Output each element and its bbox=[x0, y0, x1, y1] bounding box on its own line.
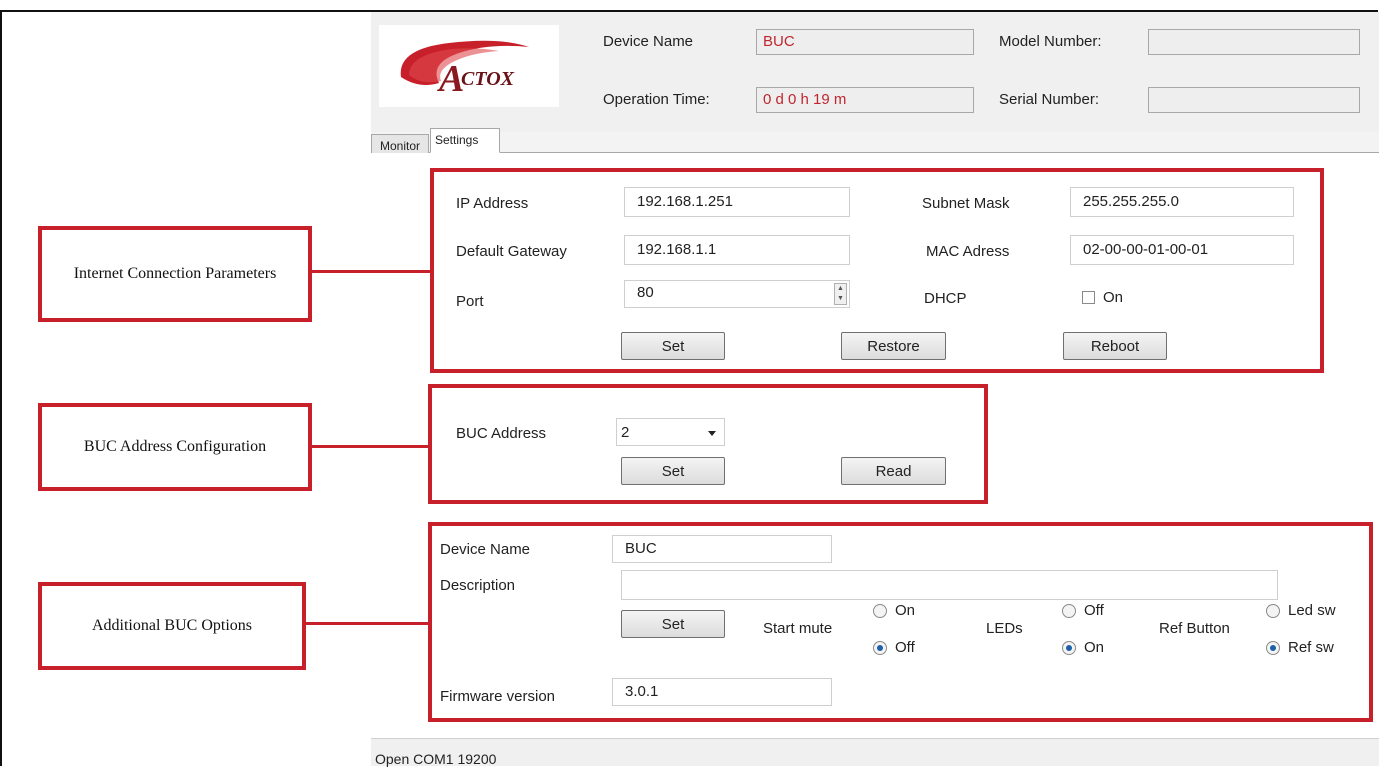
leds-off-label: Off bbox=[1084, 602, 1104, 619]
status-bar: Open COM1 19200 bbox=[371, 738, 1379, 767]
default-gateway-field[interactable]: 192.168.1.1 bbox=[624, 235, 850, 265]
serial-number-label: Serial Number: bbox=[999, 91, 1100, 108]
description-field[interactable] bbox=[621, 570, 1278, 600]
address-read-button[interactable]: Read bbox=[841, 457, 946, 485]
options-set-button[interactable]: Set bbox=[621, 610, 725, 638]
operation-time-label: Operation Time: bbox=[603, 91, 710, 108]
restore-button[interactable]: Restore bbox=[841, 332, 946, 360]
start-mute-on-label: On bbox=[895, 602, 916, 619]
device-name-display: BUC bbox=[756, 29, 974, 55]
buc-address-select[interactable]: 2 bbox=[616, 418, 725, 446]
ip-address-label: IP Address bbox=[456, 195, 529, 212]
tab-monitor[interactable]: Monitor bbox=[371, 134, 429, 153]
start-mute-off-radio[interactable] bbox=[873, 641, 887, 655]
address-set-button[interactable]: Set bbox=[621, 457, 725, 485]
firmware-version-label: Firmware version bbox=[440, 688, 556, 705]
buc-address-label: BUC Address bbox=[456, 425, 547, 442]
default-gateway-label: Default Gateway bbox=[456, 243, 567, 260]
device-name-label: Device Name bbox=[603, 33, 694, 50]
ref-ref-sw-label: Ref sw bbox=[1288, 639, 1334, 656]
ip-address-field[interactable]: 192.168.1.251 bbox=[624, 187, 850, 217]
options-device-name-label: Device Name bbox=[440, 541, 531, 558]
internet-connector bbox=[312, 270, 432, 273]
leds-off-radio[interactable] bbox=[1062, 604, 1076, 618]
description-label: Description bbox=[440, 577, 516, 594]
start-mute-on-radio[interactable] bbox=[873, 604, 887, 618]
buc-address-callout: BUC Address Configuration bbox=[38, 403, 312, 491]
port-value: 80 bbox=[637, 284, 654, 301]
buc-address-connector bbox=[312, 445, 430, 448]
serial-number-display bbox=[1148, 87, 1360, 113]
additional-options-box bbox=[428, 522, 1373, 722]
operation-time-display: 0 d 0 h 19 m bbox=[756, 87, 974, 113]
svg-text:A: A bbox=[437, 58, 464, 100]
ref-ref-sw-radio[interactable] bbox=[1266, 641, 1280, 655]
additional-options-callout: Additional BUC Options bbox=[38, 582, 306, 670]
leds-label: LEDs bbox=[986, 620, 1023, 637]
company-logo: CTOX A bbox=[379, 25, 559, 107]
ref-led-sw-radio[interactable] bbox=[1266, 604, 1280, 618]
port-spin-icon[interactable]: ▲ ▼ bbox=[834, 283, 847, 305]
reboot-button[interactable]: Reboot bbox=[1063, 332, 1167, 360]
model-number-display bbox=[1148, 29, 1360, 55]
subnet-mask-label: Subnet Mask bbox=[922, 195, 1010, 212]
port-stepper[interactable]: 80 ▲ ▼ bbox=[624, 280, 850, 308]
start-mute-label: Start mute bbox=[763, 620, 833, 637]
leds-on-radio[interactable] bbox=[1062, 641, 1076, 655]
ref-button-label: Ref Button bbox=[1159, 620, 1230, 637]
dhcp-label: DHCP bbox=[924, 290, 967, 307]
chevron-down-icon bbox=[708, 431, 716, 436]
options-device-name-field[interactable]: BUC bbox=[612, 535, 832, 563]
start-mute-off-label: Off bbox=[895, 639, 915, 656]
dhcp-checkbox[interactable] bbox=[1082, 291, 1095, 304]
dhcp-on-label: On bbox=[1103, 289, 1124, 306]
logo-icon: CTOX A bbox=[400, 40, 529, 100]
internet-callout: Internet Connection Parameters bbox=[38, 226, 312, 322]
subnet-mask-field[interactable]: 255.255.255.0 bbox=[1070, 187, 1294, 217]
model-number-label: Model Number: bbox=[999, 33, 1102, 50]
tab-settings[interactable]: Settings bbox=[430, 128, 500, 153]
additional-options-connector bbox=[306, 622, 430, 625]
buc-address-value: 2 bbox=[621, 424, 630, 441]
mac-address-label: MAC Adress bbox=[926, 243, 1010, 260]
network-set-button[interactable]: Set bbox=[621, 332, 725, 360]
leds-on-label: On bbox=[1084, 639, 1105, 656]
port-label: Port bbox=[456, 293, 484, 310]
svg-text:CTOX: CTOX bbox=[461, 68, 515, 90]
firmware-version-field: 3.0.1 bbox=[612, 678, 832, 706]
mac-address-field[interactable]: 02-00-00-01-00-01 bbox=[1070, 235, 1294, 265]
ref-led-sw-label: Led sw bbox=[1288, 602, 1336, 619]
